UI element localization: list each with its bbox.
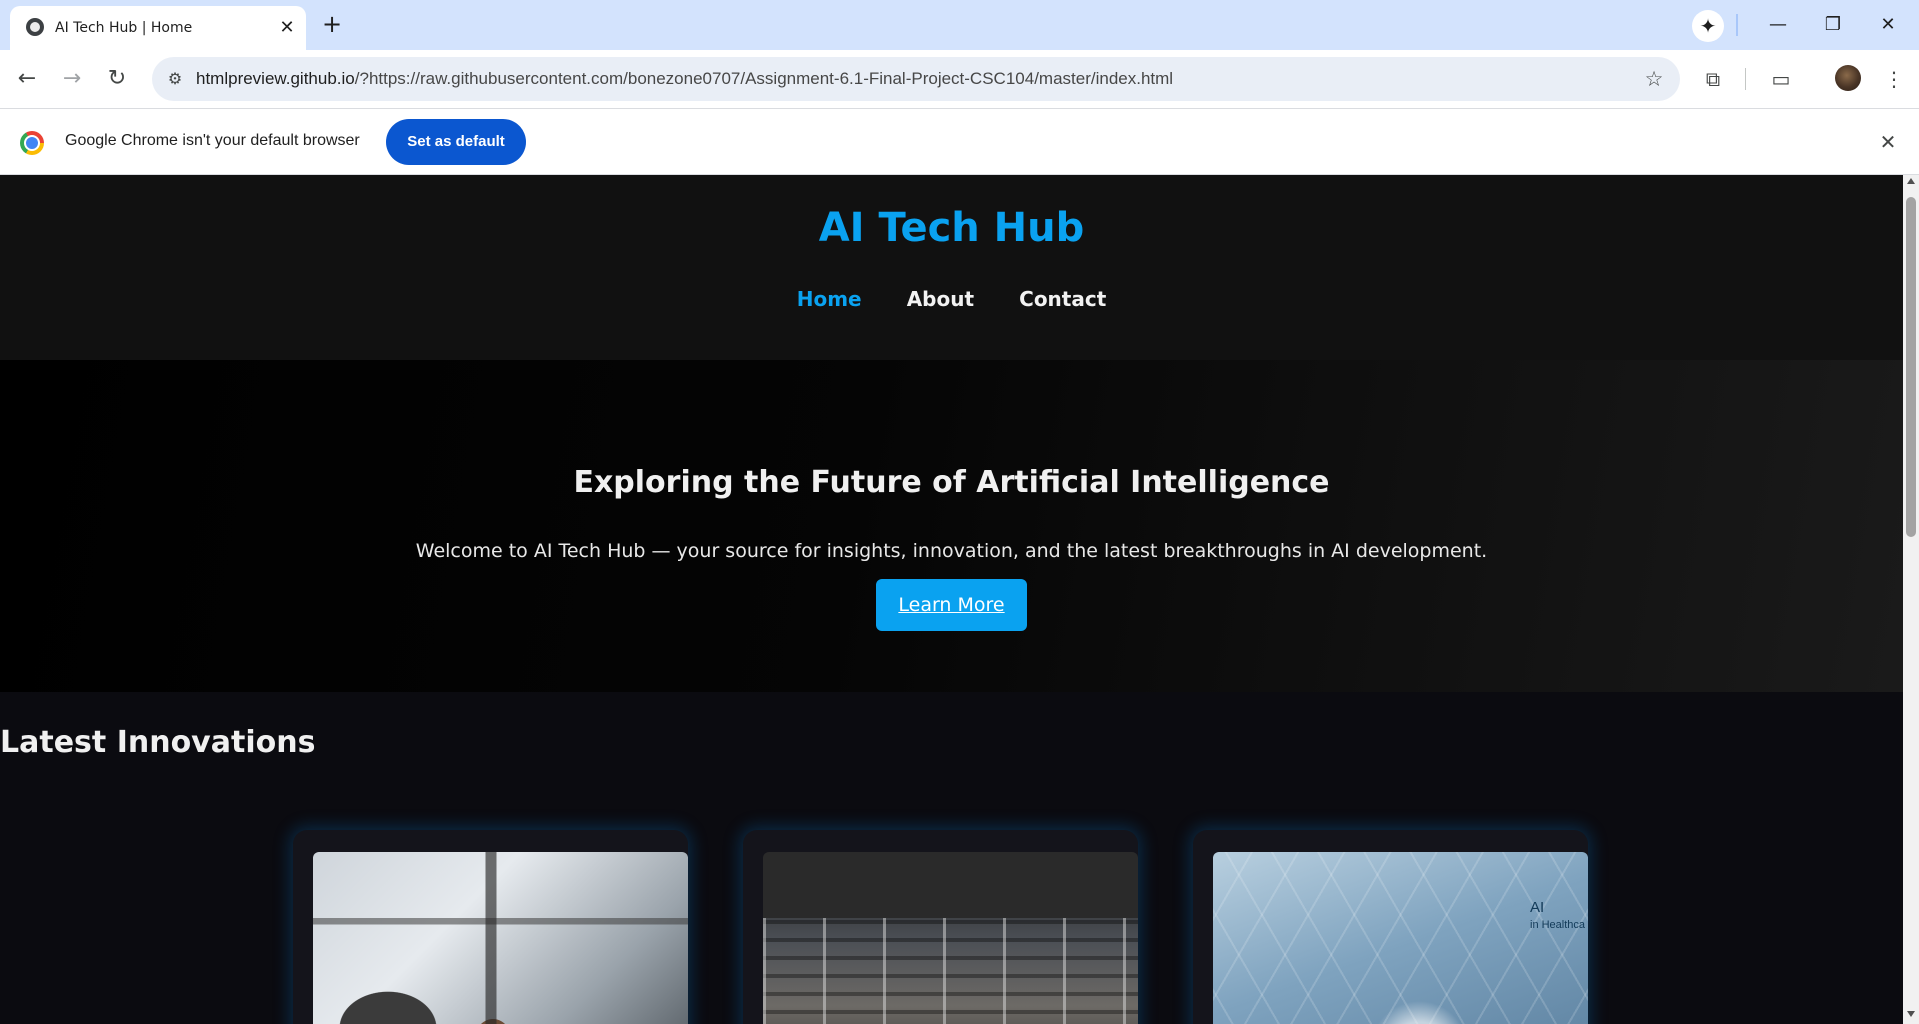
url-host: htmlpreview.github.io: [196, 69, 355, 88]
site-nav: Home About Contact: [0, 287, 1903, 311]
extensions-icon[interactable]: ⧉: [1697, 63, 1729, 95]
browser-tabstrip: AI Tech Hub | Home ✕ + ✦ — ❐ ✕: [0, 0, 1919, 50]
healthcare-image-caption: AI in Healthca: [1530, 900, 1585, 933]
address-bar[interactable]: ⚙ htmlpreview.github.io/?https://raw.git…: [152, 57, 1680, 101]
profile-avatar[interactable]: [1835, 65, 1861, 91]
innovation-card[interactable]: [743, 830, 1138, 1024]
infobar-close-icon[interactable]: ✕: [1874, 128, 1902, 156]
robotics-lab-image: [313, 852, 688, 1024]
page-viewport: AI Tech Hub Home About Contact Exploring…: [0, 175, 1903, 1024]
hero-title: Exploring the Future of Artificial Intel…: [573, 465, 1330, 500]
gemini-icon[interactable]: ✦: [1692, 10, 1724, 42]
scroll-down-arrow-icon[interactable]: [1907, 1011, 1915, 1017]
forward-button[interactable]: →: [56, 63, 88, 95]
innovation-card[interactable]: AI in Healthca: [1193, 830, 1588, 1024]
innovation-card[interactable]: [293, 830, 688, 1024]
healthcare-label-small: in Healthca: [1530, 919, 1586, 931]
toolbar-divider: [1745, 68, 1746, 90]
site-header: AI Tech Hub Home About Contact: [0, 175, 1903, 360]
nav-link-contact[interactable]: Contact: [1019, 287, 1106, 311]
ai-workspace-image: [763, 852, 1138, 1024]
nav-link-home[interactable]: Home: [797, 287, 862, 311]
browser-toolbar: ← → ↻ ⚙ htmlpreview.github.io/?https://r…: [0, 50, 1919, 108]
chrome-logo-icon: [20, 131, 44, 155]
ai-healthcare-image: AI in Healthca: [1213, 852, 1588, 1024]
infobar-message: Google Chrome isn't your default browser: [65, 132, 360, 149]
nav-link-about[interactable]: About: [907, 287, 974, 311]
globe-icon: [26, 18, 44, 36]
new-tab-button[interactable]: +: [318, 11, 346, 39]
hero-subtitle: Welcome to AI Tech Hub — your source for…: [415, 540, 1488, 562]
scrollbar-thumb[interactable]: [1906, 197, 1916, 537]
site-title: AI Tech Hub: [818, 205, 1085, 251]
restore-button[interactable]: ❐: [1815, 10, 1851, 40]
healthcare-label-main: AI: [1530, 899, 1545, 916]
scroll-up-arrow-icon[interactable]: [1907, 178, 1915, 184]
site-info-icon[interactable]: ⚙: [162, 66, 188, 92]
reload-button[interactable]: ↻: [101, 63, 133, 95]
hero-section: Exploring the Future of Artificial Intel…: [0, 360, 1903, 692]
section-title: Latest Innovations: [0, 725, 316, 760]
tab-title: AI Tech Hub | Home: [55, 20, 193, 36]
tabstrip-divider: [1736, 14, 1738, 36]
bookmark-star-icon[interactable]: ☆: [1640, 65, 1668, 93]
page-scrollbar[interactable]: [1903, 175, 1919, 1024]
cast-search-icon[interactable]: ▭: [1765, 63, 1797, 95]
set-default-button[interactable]: Set as default: [386, 119, 526, 165]
url-text[interactable]: htmlpreview.github.io/?https://raw.githu…: [196, 69, 1173, 89]
browser-tab[interactable]: AI Tech Hub | Home ✕: [10, 6, 306, 50]
default-browser-infobar: Google Chrome isn't your default browser…: [0, 108, 1919, 175]
tab-close-icon[interactable]: ✕: [276, 17, 298, 39]
url-path: /?https://raw.githubusercontent.com/bone…: [354, 69, 1174, 88]
back-button[interactable]: ←: [11, 63, 43, 95]
learn-more-button[interactable]: Learn More: [876, 579, 1027, 631]
chrome-menu-icon[interactable]: ⋮: [1878, 63, 1910, 95]
minimize-button[interactable]: —: [1760, 10, 1796, 40]
close-window-button[interactable]: ✕: [1870, 10, 1906, 40]
